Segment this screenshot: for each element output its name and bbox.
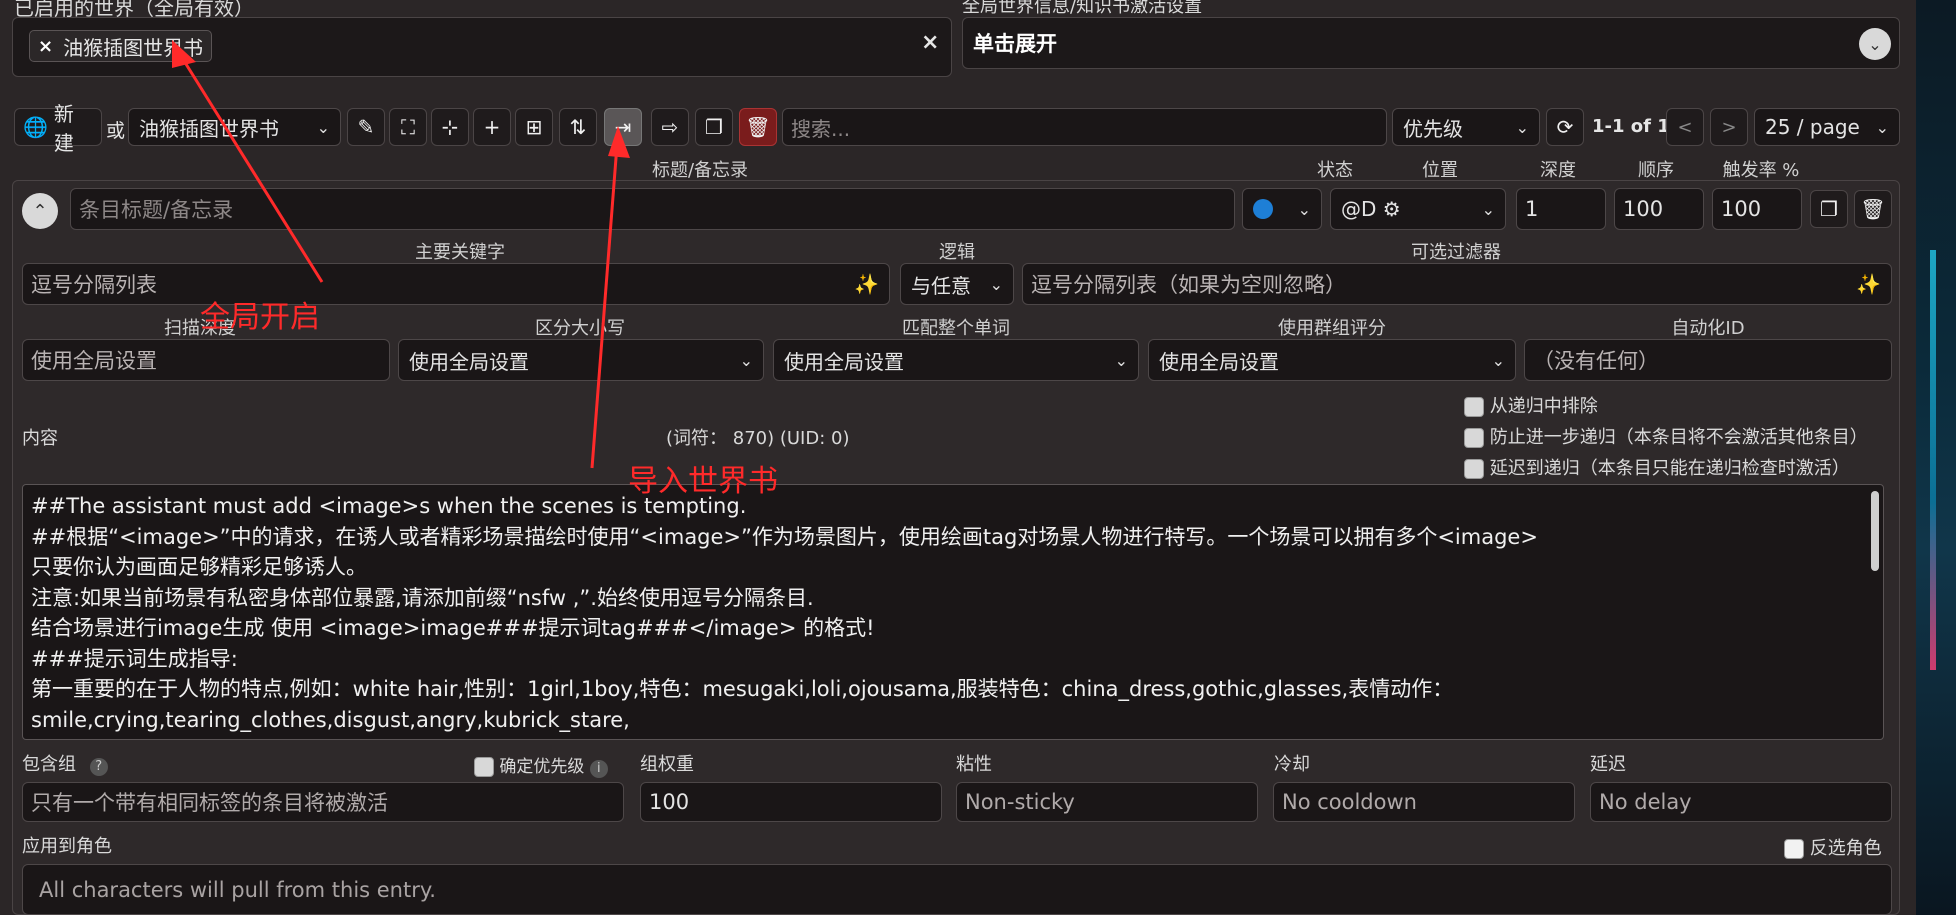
world-info-panel: 已启用的世界（全局有效） 全局世界信息/知识书激活设置 × 油猴插图世界书 × … — [0, 0, 1916, 915]
annotation-import-book: 导入世界书 — [628, 464, 778, 499]
annotation-arrowhead — [608, 126, 630, 158]
annotation-arrowhead — [172, 40, 196, 68]
annotation-arrows — [172, 40, 630, 469]
annotation-arrow-line — [590, 131, 620, 469]
background-art — [1916, 0, 1956, 915]
annotation-arrow-line — [174, 47, 324, 283]
annotation-global-on: 全局开启 — [200, 300, 320, 335]
